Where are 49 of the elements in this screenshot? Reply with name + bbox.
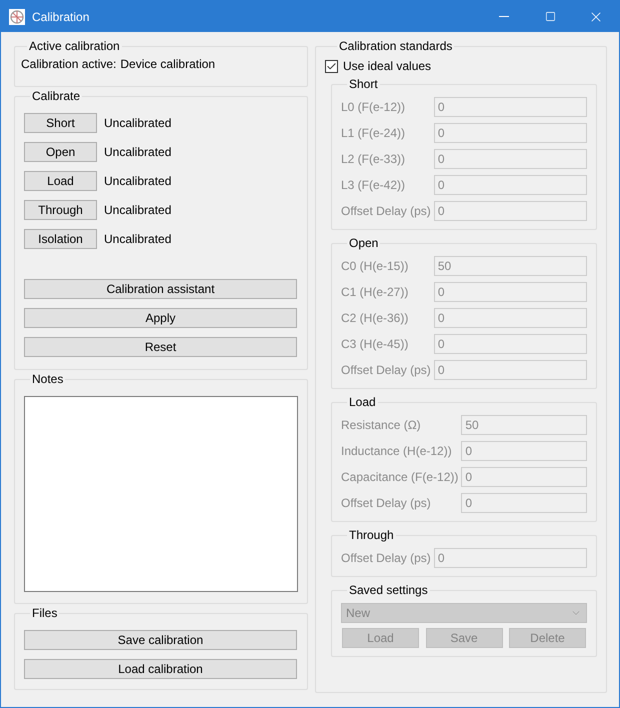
- calibration-status: Uncalibrated: [104, 202, 172, 219]
- push-button[interactable]: Load: [24, 171, 97, 191]
- group-title: Active calibration: [28, 39, 121, 53]
- field-label: L3 (F(e-42)): [341, 177, 406, 194]
- group-title: Files: [31, 606, 58, 620]
- push-button[interactable]: Open: [24, 142, 97, 162]
- field-label: Offset Delay (ps): [341, 495, 432, 512]
- field-label: C2 (H(e-36)): [341, 310, 410, 327]
- status-label: Calibration active:: [21, 56, 116, 73]
- push-button[interactable]: Apply: [24, 308, 297, 328]
- push-button[interactable]: Reset: [24, 337, 297, 357]
- group-title: Short: [348, 77, 379, 91]
- field-label: Resistance (Ω): [341, 417, 422, 434]
- group-title: Calibrate: [31, 89, 82, 103]
- calibration-status: Uncalibrated: [104, 173, 172, 190]
- minimize-icon: [499, 16, 509, 17]
- group-title: Open: [348, 236, 380, 250]
- push-button[interactable]: Calibration assistant: [24, 279, 297, 299]
- push-button[interactable]: Short: [24, 113, 97, 133]
- group-title: Through: [348, 528, 395, 542]
- calibration-status: Uncalibrated: [104, 231, 172, 248]
- field-label: C3 (H(e-45)): [341, 336, 410, 353]
- maximize-icon: [544, 11, 556, 22]
- push-button[interactable]: Through: [24, 200, 97, 220]
- app-icon: [9, 8, 25, 24]
- push-button[interactable]: Save calibration: [24, 630, 297, 650]
- checkbox-label: Use ideal values: [343, 58, 432, 75]
- field-label: L1 (F(e-24)): [341, 125, 406, 142]
- field-label: C1 (H(e-27)): [341, 284, 410, 301]
- notes-field[interactable]: [24, 396, 298, 592]
- field-label: Offset Delay (ps): [341, 362, 431, 379]
- field-label: L2 (F(e-33)): [341, 151, 406, 168]
- push-button[interactable]: Load calibration: [24, 659, 297, 679]
- push-button[interactable]: Isolation: [24, 229, 97, 249]
- group-title: Notes: [31, 372, 64, 386]
- field-label: Inductance (H(e-12)): [341, 443, 453, 460]
- group-title: Load: [348, 395, 377, 409]
- window-title: Calibration: [32, 8, 90, 26]
- status-value: Device calibration: [120, 56, 216, 73]
- field-label: C0 (H(e-15)): [341, 258, 410, 275]
- field-label: Offset Delay (ps): [341, 203, 431, 220]
- field-label: Offset Delay (ps): [341, 550, 431, 567]
- checkbox[interactable]: [325, 60, 338, 72]
- calibration-status: Uncalibrated: [104, 115, 172, 132]
- field-label: L0 (F(e-12)): [341, 99, 406, 116]
- group-title: Saved settings: [348, 583, 429, 597]
- calibration-status: Uncalibrated: [104, 144, 172, 161]
- field-label: Capacitance (F(e-12)): [341, 469, 458, 486]
- group-title: Calibration standards: [338, 39, 454, 53]
